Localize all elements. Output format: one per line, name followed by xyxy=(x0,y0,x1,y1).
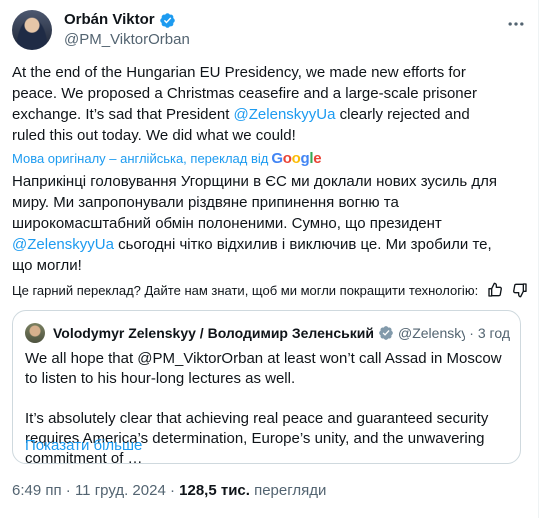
author-name-row: Orbán Viktor xyxy=(64,11,176,29)
thumbs-down-icon[interactable] xyxy=(512,282,528,298)
quoted-post-time: 3 год xyxy=(477,325,510,341)
quoted-author-avatar xyxy=(25,323,45,343)
views-count: 128,5 тис. xyxy=(179,482,250,499)
quoted-paragraph: We all hope that @PM_ViktorOrban at leas… xyxy=(25,350,502,387)
separator-dot: · xyxy=(65,482,71,499)
post-text: At the end of the Hungarian EU Presidenc… xyxy=(12,62,502,146)
quoted-post-header: Volodymyr Zelenskyy / Володимир Зеленськ… xyxy=(25,323,510,343)
separator-dot: · xyxy=(469,325,474,341)
translation-source-label: Мова оригіналу – англійська, переклад ві… xyxy=(12,151,269,166)
google-logo: Google xyxy=(271,150,322,167)
post-date[interactable]: 11 груд. 2024 xyxy=(75,482,166,499)
translation-feedback: Це гарний переклад? Дайте нам знати, щоб… xyxy=(12,282,527,298)
post-time[interactable]: 6:49 пп xyxy=(12,482,62,499)
quoted-post[interactable]: Volodymyr Zelenskyy / Володимир Зеленськ… xyxy=(12,310,521,467)
more-options-icon[interactable] xyxy=(506,14,526,34)
verified-badge-icon xyxy=(378,325,394,341)
show-more-link[interactable]: Показати більше xyxy=(25,437,142,454)
thumbs-up-icon[interactable] xyxy=(487,282,503,298)
author-handle[interactable]: @PM_ViktorOrban xyxy=(64,31,190,49)
author-avatar[interactable] xyxy=(12,10,52,50)
translated-mention-link[interactable]: @ZelenskyyUa xyxy=(12,236,114,253)
verified-badge-icon[interactable] xyxy=(159,12,176,29)
quoted-author-name: Volodymyr Zelenskyy / Володимир Зеленськ… xyxy=(53,325,374,341)
post-meta: 6:49 пп · 11 груд. 2024 · 128,5 тис. пер… xyxy=(12,482,326,499)
views-label: перегляди xyxy=(254,482,327,499)
mention-link[interactable]: @ZelenskyyUa xyxy=(234,106,336,123)
translation-source[interactable]: Мова оригіналу – англійська, переклад ві… xyxy=(12,150,322,167)
translated-text: Наприкінці головування Угорщини в ЄС ми … xyxy=(12,171,512,276)
post-detail: Orbán Viktor @PM_ViktorOrban At the end … xyxy=(0,0,539,518)
feedback-prompt: Це гарний переклад? Дайте нам знати, щоб… xyxy=(12,282,479,298)
post-header: Orbán Viktor @PM_ViktorOrban xyxy=(12,10,526,50)
quoted-author-handle: @ZelenskyyUa xyxy=(398,325,466,341)
author-name[interactable]: Orbán Viktor xyxy=(64,11,155,29)
translated-text-part: Наприкінці головування Угорщини в ЄС ми … xyxy=(12,173,497,232)
separator-dot: · xyxy=(169,482,175,499)
